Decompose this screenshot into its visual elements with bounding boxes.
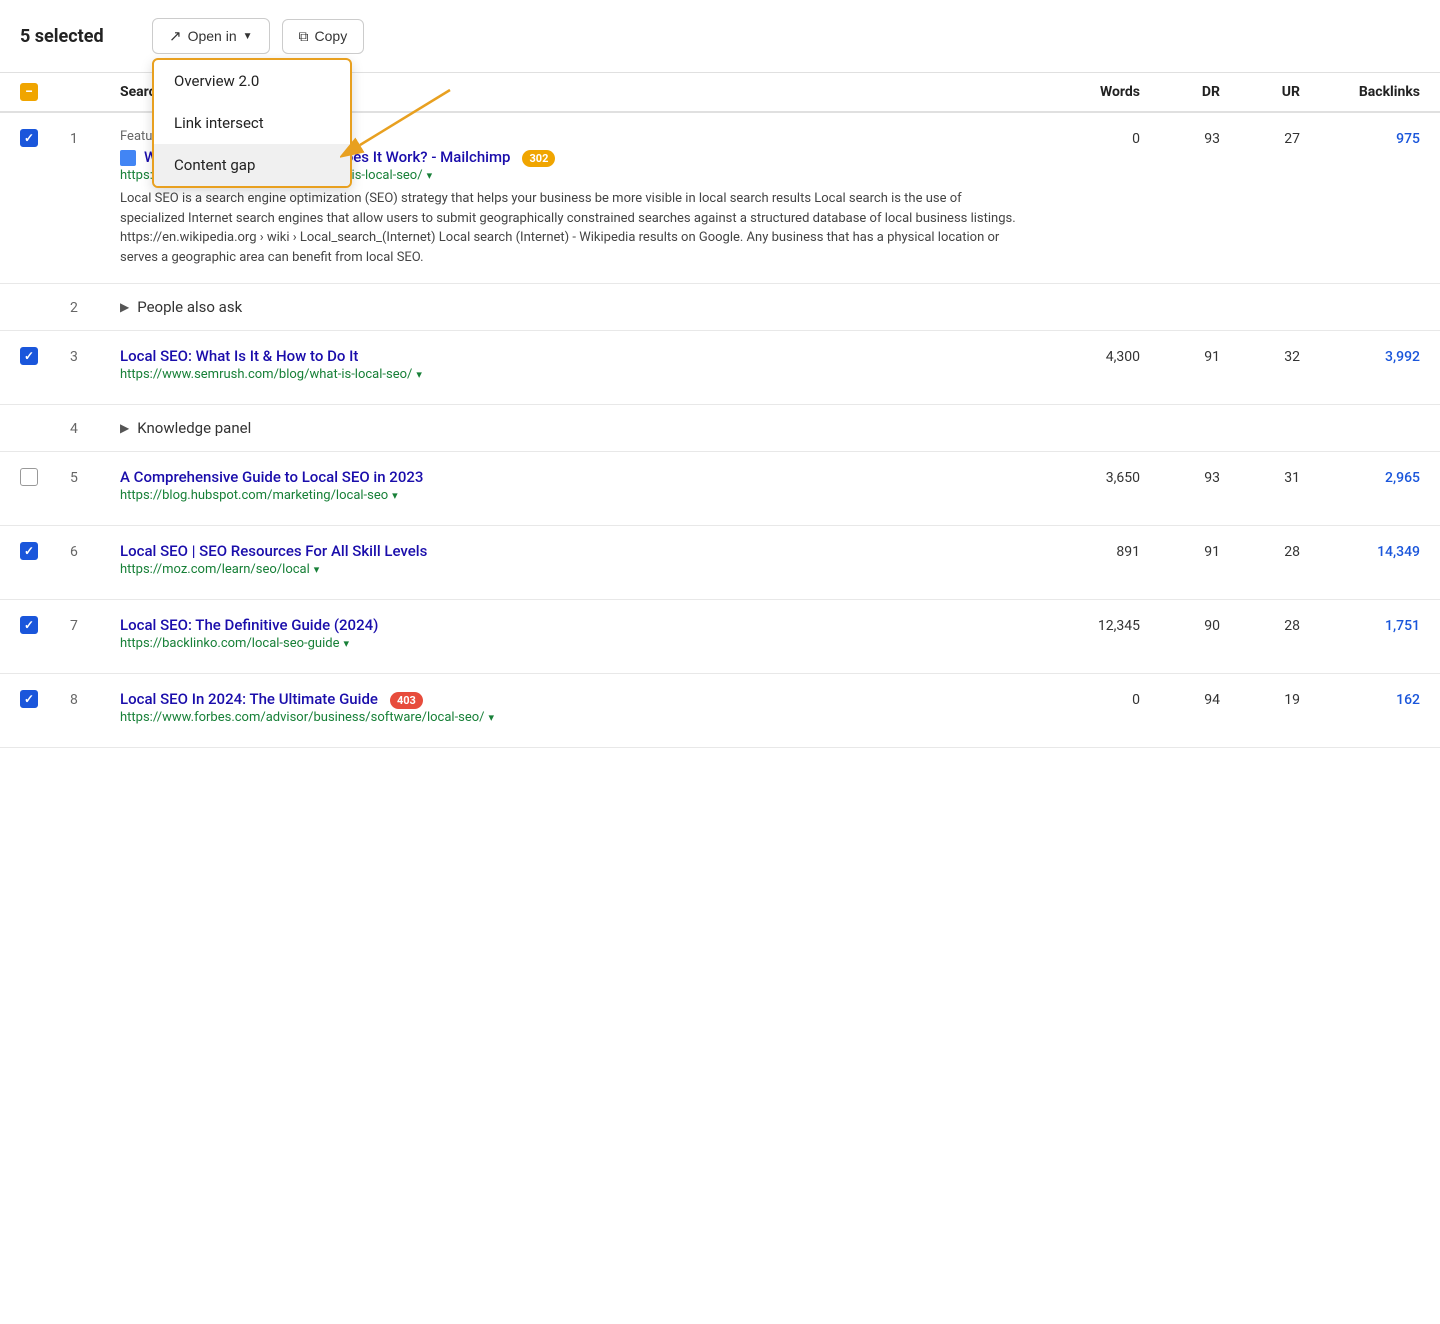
row-8-backlinks[interactable]: 162 [1300,690,1420,708]
row-1-snippet: Local SEO is a search engine optimizatio… [120,189,1020,267]
row-3-title[interactable]: Local SEO: What Is It & How to Do It [120,347,1020,365]
row-5-content: A Comprehensive Guide to Local SEO in 20… [120,468,1020,509]
row-2-num: 2 [70,298,120,316]
row-3-content: Local SEO: What Is It & How to Do It htt… [120,347,1020,388]
row-6-url: https://moz.com/learn/seo/local ▾ [120,562,1020,577]
toolbar: 5 selected ↗ Open in ▼ Overview 2.0 Link… [0,0,1440,73]
row-4-num: 4 [70,419,120,437]
row-3-backlinks[interactable]: 3,992 [1300,347,1420,365]
selected-count: 5 selected [20,26,140,47]
row-6-ur: 28 [1220,542,1300,560]
row-5-num: 5 [70,468,120,486]
table-row: 8 Local SEO In 2024: The Ultimate Guide … [0,674,1440,748]
row-4-content: ▶ Knowledge panel [120,419,1420,437]
row-7-title[interactable]: Local SEO: The Definitive Guide (2024) [120,616,1020,634]
table-row: 3 Local SEO: What Is It & How to Do It h… [0,331,1440,405]
row-4-expandable[interactable]: 4 ▶ Knowledge panel [0,405,1440,452]
row-3-ur: 32 [1220,347,1300,365]
row-2-content: ▶ People also ask [120,298,1420,316]
row-5-checkbox[interactable] [20,468,38,486]
url-dropdown-icon[interactable]: ▾ [489,711,495,724]
row-5-url: https://blog.hubspot.com/marketing/local… [120,488,1020,503]
col-header-ur: UR [1220,84,1300,100]
dropdown-item-content-gap[interactable]: Content gap [154,144,350,186]
url-dropdown-icon[interactable]: ▾ [314,563,320,576]
row-6-content: Local SEO | SEO Resources For All Skill … [120,542,1020,583]
row-8-dr: 94 [1140,690,1220,708]
row-1-num: 1 [70,129,120,147]
row-8-title-row: Local SEO In 2024: The Ultimate Guide 40… [120,690,1020,710]
row-7-words: 12,345 [1020,616,1140,634]
dropdown-item-overview[interactable]: Overview 2.0 [154,60,350,102]
copy-label: Copy [315,28,348,44]
row-8-ur: 19 [1220,690,1300,708]
open-in-dropdown-wrapper: ↗ Open in ▼ Overview 2.0 Link intersect … [152,18,270,54]
expand-triangle-icon[interactable]: ▶ [120,300,129,314]
table-row: 6 Local SEO | SEO Resources For All Skil… [0,526,1440,600]
row-5-ur: 31 [1220,468,1300,486]
row-5-title[interactable]: A Comprehensive Guide to Local SEO in 20… [120,468,1020,486]
row-1-words: 0 [1020,129,1140,147]
row-3-url: https://www.semrush.com/blog/what-is-loc… [120,367,1020,382]
row-6-title[interactable]: Local SEO | SEO Resources For All Skill … [120,542,1020,560]
open-in-button[interactable]: ↗ Open in ▼ [152,18,270,54]
open-in-label: Open in [188,28,237,44]
row-7-checkbox[interactable] [20,616,38,634]
row-1-checkbox[interactable] [20,129,38,147]
row-8-url: https://www.forbes.com/advisor/business/… [120,710,1020,725]
row-7-backlinks[interactable]: 1,751 [1300,616,1420,634]
copy-icon: ⧉ [299,28,309,45]
row-5-words: 3,650 [1020,468,1140,486]
copy-button[interactable]: ⧉ Copy [282,19,365,54]
row-4-label: Knowledge panel [137,419,251,437]
row-2-expandable[interactable]: 2 ▶ People also ask [0,284,1440,331]
open-in-dropdown-menu: Overview 2.0 Link intersect Content gap [152,58,352,188]
row-1-backlinks[interactable]: 975 [1300,129,1420,147]
row-8-badge: 403 [390,692,423,709]
row-1-ur: 27 [1220,129,1300,147]
dropdown-item-link-intersect[interactable]: Link intersect [154,102,350,144]
row-8-title[interactable]: Local SEO In 2024: The Ultimate Guide [120,690,378,708]
row-6-words: 891 [1020,542,1140,560]
row-7-dr: 90 [1140,616,1220,634]
row-7-num: 7 [70,616,120,634]
row-6-backlinks[interactable]: 14,349 [1300,542,1420,560]
row-8-words: 0 [1020,690,1140,708]
col-header-backlinks: Backlinks [1300,84,1420,100]
row-8-num: 8 [70,690,120,708]
col-header-words: Words [1020,84,1140,100]
row-5-backlinks[interactable]: 2,965 [1300,468,1420,486]
row-3-words: 4,300 [1020,347,1140,365]
row-8-checkbox[interactable] [20,690,38,708]
row-7-content: Local SEO: The Definitive Guide (2024) h… [120,616,1020,657]
row-1-badge: 302 [522,150,555,167]
url-dropdown-icon[interactable]: ▾ [343,637,349,650]
row-8-content: Local SEO In 2024: The Ultimate Guide 40… [120,690,1020,731]
chevron-down-icon: ▼ [243,31,253,42]
row-7-ur: 28 [1220,616,1300,634]
url-dropdown-icon[interactable]: ▾ [416,368,422,381]
url-dropdown-icon[interactable]: ▾ [392,489,398,502]
table-row: 7 Local SEO: The Definitive Guide (2024)… [0,600,1440,674]
col-header-dr: DR [1140,84,1220,100]
row-3-checkbox[interactable] [20,347,38,365]
row-7-url: https://backlinko.com/local-seo-guide ▾ [120,636,1020,651]
open-in-icon: ↗ [169,27,182,45]
table-row: 5 A Comprehensive Guide to Local SEO in … [0,452,1440,526]
result-img-icon [120,150,136,166]
url-dropdown-icon[interactable]: ▾ [427,169,433,182]
expand-triangle-icon[interactable]: ▶ [120,421,129,435]
row-3-dr: 91 [1140,347,1220,365]
row-5-dr: 93 [1140,468,1220,486]
row-6-dr: 91 [1140,542,1220,560]
row-3-num: 3 [70,347,120,365]
row-1-dr: 93 [1140,129,1220,147]
select-all-checkbox[interactable] [20,83,38,101]
row-6-num: 6 [70,542,120,560]
row-6-checkbox[interactable] [20,542,38,560]
row-2-label: People also ask [137,298,242,316]
